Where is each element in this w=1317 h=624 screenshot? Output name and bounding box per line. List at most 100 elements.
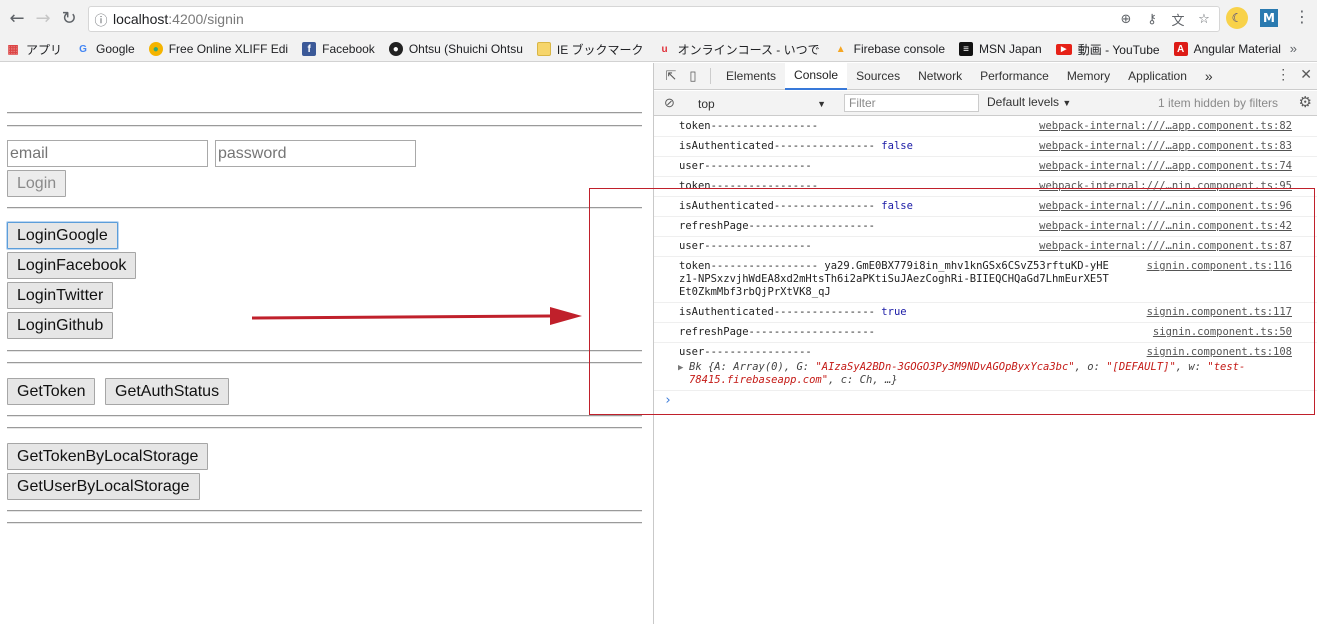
zoom-icon[interactable]: ⊕ xyxy=(1115,9,1137,29)
console-message: user----------------- xyxy=(679,160,812,172)
console-message: token----------------- ya29.GmE0BX779i8i… xyxy=(679,260,1109,298)
bookmark-google[interactable]: G Google xyxy=(76,42,135,56)
console-message: user----------------- xyxy=(679,240,812,252)
m-extension-icon[interactable]: M xyxy=(1260,9,1278,27)
bookmarks-overflow-icon[interactable]: » xyxy=(1290,41,1297,56)
forward-arrow-icon[interactable]: → xyxy=(30,6,56,32)
get-token-local-storage-button[interactable]: GetTokenByLocalStorage xyxy=(7,443,209,470)
filter-input[interactable]: Filter xyxy=(844,94,979,112)
console-message: isAuthenticated---------------- xyxy=(679,306,882,318)
tab-memory[interactable]: Memory xyxy=(1058,63,1119,90)
source-link[interactable]: webpack-internal:///…app.component.ts:82 xyxy=(1035,120,1292,133)
bookmark-angular[interactable]: A Angular Material xyxy=(1173,42,1281,56)
star-icon[interactable]: ☆ xyxy=(1193,9,1215,29)
source-link[interactable]: signin.component.ts:116 xyxy=(1142,260,1292,273)
tab-sources[interactable]: Sources xyxy=(847,63,909,90)
moon-extension-icon[interactable]: ☾ xyxy=(1226,7,1248,29)
source-link[interactable]: signin.component.ts:117 xyxy=(1142,306,1292,319)
more-tabs-icon[interactable]: » xyxy=(1196,63,1222,90)
bookmark-github[interactable]: ● Ohtsu (Shuichi Ohtsu xyxy=(388,42,523,56)
translate-icon[interactable]: 文 xyxy=(1167,9,1189,29)
bookmark-label: IE ブックマーク xyxy=(556,42,644,57)
tab-console[interactable]: Console xyxy=(785,62,848,90)
source-link[interactable]: signin.component.ts:108 xyxy=(1142,346,1292,359)
clear-console-icon[interactable]: ⊘ xyxy=(664,95,675,111)
console-toolbar: ⊘ top ▼ Filter Default levels ▼ 1 item h… xyxy=(654,91,1317,116)
key-icon[interactable]: ⚷ xyxy=(1141,9,1163,29)
login-google-button[interactable]: LoginGoogle xyxy=(7,222,118,249)
bookmark-xliff[interactable]: ● Free Online XLIFF Edi xyxy=(148,42,289,56)
console-row: refreshPage-------------------- webpack-i… xyxy=(654,217,1317,237)
console-message: isAuthenticated---------------- xyxy=(679,200,882,212)
bookmark-label: オンラインコース - いつで xyxy=(677,42,820,57)
apps-grid-icon: ▦ xyxy=(7,42,19,56)
login-facebook-button[interactable]: LoginFacebook xyxy=(7,252,137,279)
login-github-button[interactable]: LoginGithub xyxy=(7,312,114,339)
source-link[interactable]: webpack-internal:///…nin.component.ts:42 xyxy=(1035,220,1292,233)
source-link[interactable]: webpack-internal:///…app.component.ts:74 xyxy=(1035,160,1292,173)
close-icon[interactable]: ✕ xyxy=(1300,66,1312,83)
expand-triangle-icon[interactable]: ▶ xyxy=(678,362,683,375)
github-icon: ● xyxy=(388,42,403,56)
tab-elements[interactable]: Elements xyxy=(717,63,785,90)
bookmark-label: Facebook xyxy=(322,42,375,56)
log-levels-label: Default levels xyxy=(987,95,1060,109)
source-link[interactable]: webpack-internal:///…nin.component.ts:96 xyxy=(1035,200,1292,213)
divider xyxy=(7,125,642,127)
devtools-menu-icon[interactable]: ⋮ xyxy=(1276,66,1290,83)
login-twitter-button[interactable]: LoginTwitter xyxy=(7,282,114,309)
console-value: false xyxy=(881,140,913,152)
divider xyxy=(7,522,642,524)
console-row: isAuthenticated---------------- true sign… xyxy=(654,303,1317,323)
chevron-down-icon: ▼ xyxy=(817,98,826,109)
screen: ← → ↻ ⓘ localhost:4200/signin ⊕ ⚷ 文 ☆ ☾ … xyxy=(0,0,1317,624)
log-levels-dropdown[interactable]: Default levels ▼ xyxy=(987,95,1071,109)
console-message: refreshPage-------------------- xyxy=(679,326,875,338)
bookmark-udemy[interactable]: u オンラインコース - いつで xyxy=(658,41,820,58)
console-message: token----------------- xyxy=(679,180,819,192)
bookmark-youtube[interactable]: ▶ 動画 - YouTube xyxy=(1055,41,1160,58)
source-link[interactable]: webpack-internal:///…nin.component.ts:87 xyxy=(1035,240,1292,253)
bookmark-ie[interactable]: IE ブックマーク xyxy=(536,41,644,58)
console-prompt[interactable]: › xyxy=(654,391,1317,408)
back-arrow-icon[interactable]: ← xyxy=(4,6,30,32)
tab-application[interactable]: Application xyxy=(1119,63,1196,90)
get-token-button[interactable]: GetToken xyxy=(7,378,96,405)
gear-icon[interactable]: ⚙ xyxy=(1299,93,1312,111)
tab-performance[interactable]: Performance xyxy=(971,63,1058,90)
kebab-menu-icon[interactable]: ⋮ xyxy=(1294,7,1310,29)
device-toolbar-icon[interactable]: ▯ xyxy=(682,65,704,87)
bookmark-msn[interactable]: ≡ MSN Japan xyxy=(959,42,1042,56)
inspect-element-icon[interactable]: ⇱ xyxy=(660,65,682,87)
url-text: localhost:4200/signin xyxy=(113,11,244,27)
info-icon[interactable]: ⓘ xyxy=(89,10,113,29)
source-link[interactable]: webpack-internal:///…app.component.ts:83 xyxy=(1035,140,1292,153)
bookmark-firebase[interactable]: ▲ Firebase console xyxy=(834,42,945,56)
source-link[interactable]: signin.component.ts:50 xyxy=(1148,326,1292,339)
bookmark-apps[interactable]: ▦ アプリ xyxy=(6,41,62,58)
console-row: user----------------- webpack-internal://… xyxy=(654,157,1317,177)
bookmark-label: アプリ xyxy=(26,42,63,57)
bookmark-facebook[interactable]: f Facebook xyxy=(302,42,375,56)
get-user-local-storage-button[interactable]: GetUserByLocalStorage xyxy=(7,473,200,500)
source-link[interactable]: webpack-internal:///…nin.component.ts:95 xyxy=(1035,180,1292,193)
object-prefix: Bk {A: Array(0), G: xyxy=(689,361,816,373)
context-select[interactable]: top ▼ xyxy=(690,95,830,112)
object-suffix: , c: Ch, …} xyxy=(828,374,898,386)
console-row: user----------------- webpack-internal://… xyxy=(654,237,1317,257)
divider xyxy=(7,207,642,209)
browser-toolbar: ← → ↻ ⓘ localhost:4200/signin ⊕ ⚷ 文 ☆ ☾ … xyxy=(0,0,1317,37)
password-input[interactable] xyxy=(215,140,416,167)
xliff-icon: ● xyxy=(148,42,163,56)
reload-icon[interactable]: ↻ xyxy=(56,6,82,32)
login-button[interactable]: Login xyxy=(7,170,67,197)
msn-icon: ≡ xyxy=(959,42,974,56)
console-message: user----------------- xyxy=(679,346,812,358)
object-preview[interactable]: ▶ Bk {A: Array(0), G: "AIzaSyA2BDn-3GOGO… xyxy=(678,361,1292,387)
tab-network[interactable]: Network xyxy=(909,63,971,90)
url-host: localhost xyxy=(113,11,169,27)
get-auth-status-button[interactable]: GetAuthStatus xyxy=(105,378,230,405)
address-bar[interactable]: ⓘ localhost:4200/signin ⊕ ⚷ 文 ☆ xyxy=(88,6,1220,32)
bookmark-label: Free Online XLIFF Edi xyxy=(168,42,289,56)
email-input[interactable] xyxy=(7,140,208,167)
